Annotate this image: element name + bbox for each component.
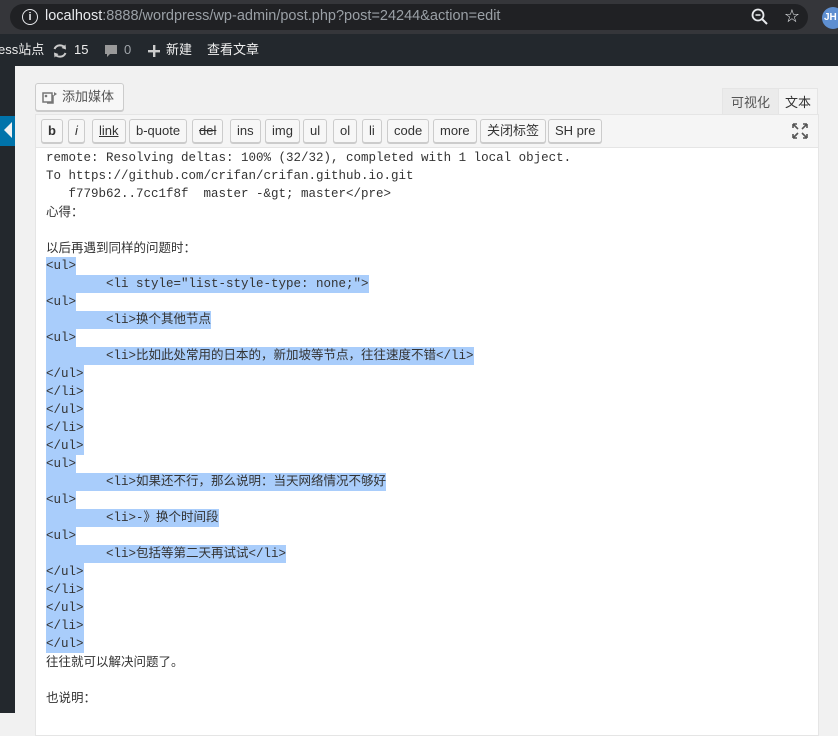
qt-code-button[interactable]: code <box>387 119 430 143</box>
quicktags-toolbar: b i link b-quote del ins img ul ol li co… <box>36 115 818 148</box>
text-line: f779b62..7cc1f8f master -&gt; master</pr… <box>46 187 392 201</box>
updates-count: 15 <box>74 42 89 57</box>
text-line: 心得： <box>46 204 84 219</box>
admin-bar-site-name[interactable]: ess站点 <box>0 34 44 66</box>
text-line: 往往就可以解决问题了。 <box>46 654 184 669</box>
admin-side-menu <box>0 66 15 713</box>
fullscreen-icon[interactable] <box>792 123 808 139</box>
qt-bold-button[interactable]: b <box>41 119 63 143</box>
add-media-button[interactable]: 添加媒体 <box>35 83 125 111</box>
comments-count: 0 <box>124 42 132 57</box>
qt-del-button[interactable]: del <box>192 119 224 143</box>
tab-visual[interactable]: 可视化 <box>722 88 780 115</box>
selected-text-line: <ul> <box>46 455 77 473</box>
plus-icon <box>148 44 160 57</box>
content-textarea[interactable]: remote: Resolving deltas: 100% (32/32), … <box>46 149 814 734</box>
text-line: 也说明： <box>46 690 97 705</box>
text-line: remote: Resolving deltas: 100% (32/32), … <box>46 151 572 165</box>
qt-more-button[interactable]: more <box>433 119 477 143</box>
selected-text-line: <li>如果还不行，那么说明：当天网络情况不够好 <box>46 473 387 491</box>
selected-text-line: <li style="list-style-type: none;"> <box>46 275 369 293</box>
qt-img-button[interactable]: img <box>265 119 300 143</box>
admin-bar-updates[interactable]: 15 <box>52 34 88 66</box>
selected-text-line: </li> <box>46 617 84 635</box>
wp-admin-bar: ess站点 15 0 新建 查看文章 <box>0 34 838 66</box>
text-line: To https://github.com/crifan/crifan.gith… <box>46 169 414 183</box>
text-line: 以后再遇到同样的问题时： <box>46 240 197 255</box>
qt-link-button[interactable]: link <box>92 119 126 143</box>
text-editor: b i link b-quote del ins img ul ol li co… <box>35 114 819 736</box>
new-label: 新建 <box>166 42 193 57</box>
selected-text-line: </ul> <box>46 401 84 419</box>
selected-text-line: <li>包括等第二天再试试</li> <box>46 545 287 563</box>
url-host: localhost <box>45 8 103 24</box>
selected-text-line: <ul> <box>46 293 77 311</box>
selected-text-line: </ul> <box>46 635 84 653</box>
zoom-icon[interactable] <box>750 7 770 27</box>
qt-ins-button[interactable]: ins <box>230 119 261 143</box>
selected-text-line: <li>换个其他节点 <box>46 311 212 329</box>
tab-text[interactable]: 文本 <box>778 88 818 115</box>
bookmark-star-icon[interactable]: ☆ <box>782 6 802 26</box>
qt-bquote-button[interactable]: b-quote <box>129 119 188 143</box>
url-text[interactable]: localhost:8888/wordpress/wp-admin/post.p… <box>45 8 500 24</box>
admin-bar-new[interactable]: 新建 <box>148 34 192 66</box>
selected-text-line: <ul> <box>46 491 77 509</box>
selected-text-line: </li> <box>46 581 84 599</box>
selected-text-line: <ul> <box>46 527 77 545</box>
selected-text-line: </li> <box>46 383 84 401</box>
qt-ul-button[interactable]: ul <box>303 119 328 143</box>
qt-sh-pre-button[interactable]: SH pre <box>548 119 603 143</box>
qt-li-button[interactable]: li <box>362 119 382 143</box>
selected-text-line: </ul> <box>46 563 84 581</box>
qt-ol-button[interactable]: ol <box>333 119 358 143</box>
profile-avatar[interactable]: JH <box>822 7 838 29</box>
qt-close-tags-button[interactable]: 关闭标签 <box>480 119 547 143</box>
url-path: :8888/wordpress/wp-admin/post.php?post=2… <box>102 8 501 24</box>
selected-text-line: <li>比如此处常用的日本的，新加坡等节点，往往速度不错</li> <box>46 347 474 365</box>
qt-italic-button[interactable]: i <box>68 119 85 143</box>
selected-text-line: </ul> <box>46 365 84 383</box>
admin-bar-comments[interactable]: 0 <box>104 34 131 66</box>
info-icon[interactable]: i <box>22 9 38 25</box>
selected-text-line: </li> <box>46 419 84 437</box>
selected-text-line: <li>-》换个时间段 <box>46 509 219 527</box>
selected-text-line: </ul> <box>46 437 84 455</box>
media-icon <box>42 91 57 104</box>
selected-text-line: <ul> <box>46 329 77 347</box>
menu-arrow-icon <box>4 122 12 138</box>
add-media-label: 添加媒体 <box>62 89 115 104</box>
browser-toolbar: i localhost:8888/wordpress/wp-admin/post… <box>0 0 838 34</box>
address-bar[interactable]: i localhost:8888/wordpress/wp-admin/post… <box>10 4 808 30</box>
refresh-icon <box>53 43 67 58</box>
selected-text-line: <ul> <box>46 257 77 275</box>
comment-icon <box>105 44 117 57</box>
selected-text-line: </ul> <box>46 599 84 617</box>
admin-bar-view-post[interactable]: 查看文章 <box>207 34 259 66</box>
